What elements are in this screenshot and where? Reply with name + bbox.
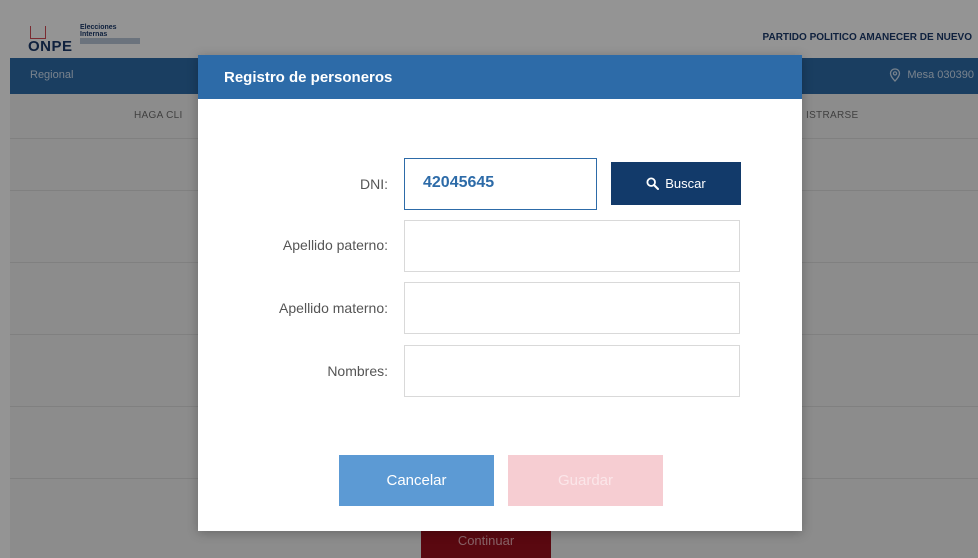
dni-label: DNI: (360, 176, 388, 192)
apellido-paterno-label: Apellido paterno: (282, 237, 388, 253)
save-button[interactable]: Guardar (508, 455, 663, 506)
nombres-field[interactable] (404, 345, 740, 397)
apellido-materno-field[interactable] (404, 282, 740, 334)
search-icon (646, 177, 660, 190)
search-button[interactable]: Buscar (611, 162, 741, 205)
apellido-materno-label: Apellido materno: (279, 300, 388, 316)
apellido-paterno-field[interactable] (404, 220, 740, 272)
registro-modal: Registro de personeros DNI: 42045645 Bus… (198, 55, 802, 531)
cancel-button[interactable]: Cancelar (339, 455, 494, 506)
nombres-label: Nombres: (327, 363, 388, 379)
search-button-label: Buscar (665, 176, 706, 191)
dni-value: 42045645 (423, 174, 495, 191)
modal-header: Registro de personeros (198, 55, 802, 99)
modal-title: Registro de personeros (224, 69, 393, 86)
dni-field[interactable]: 42045645 (404, 158, 597, 210)
